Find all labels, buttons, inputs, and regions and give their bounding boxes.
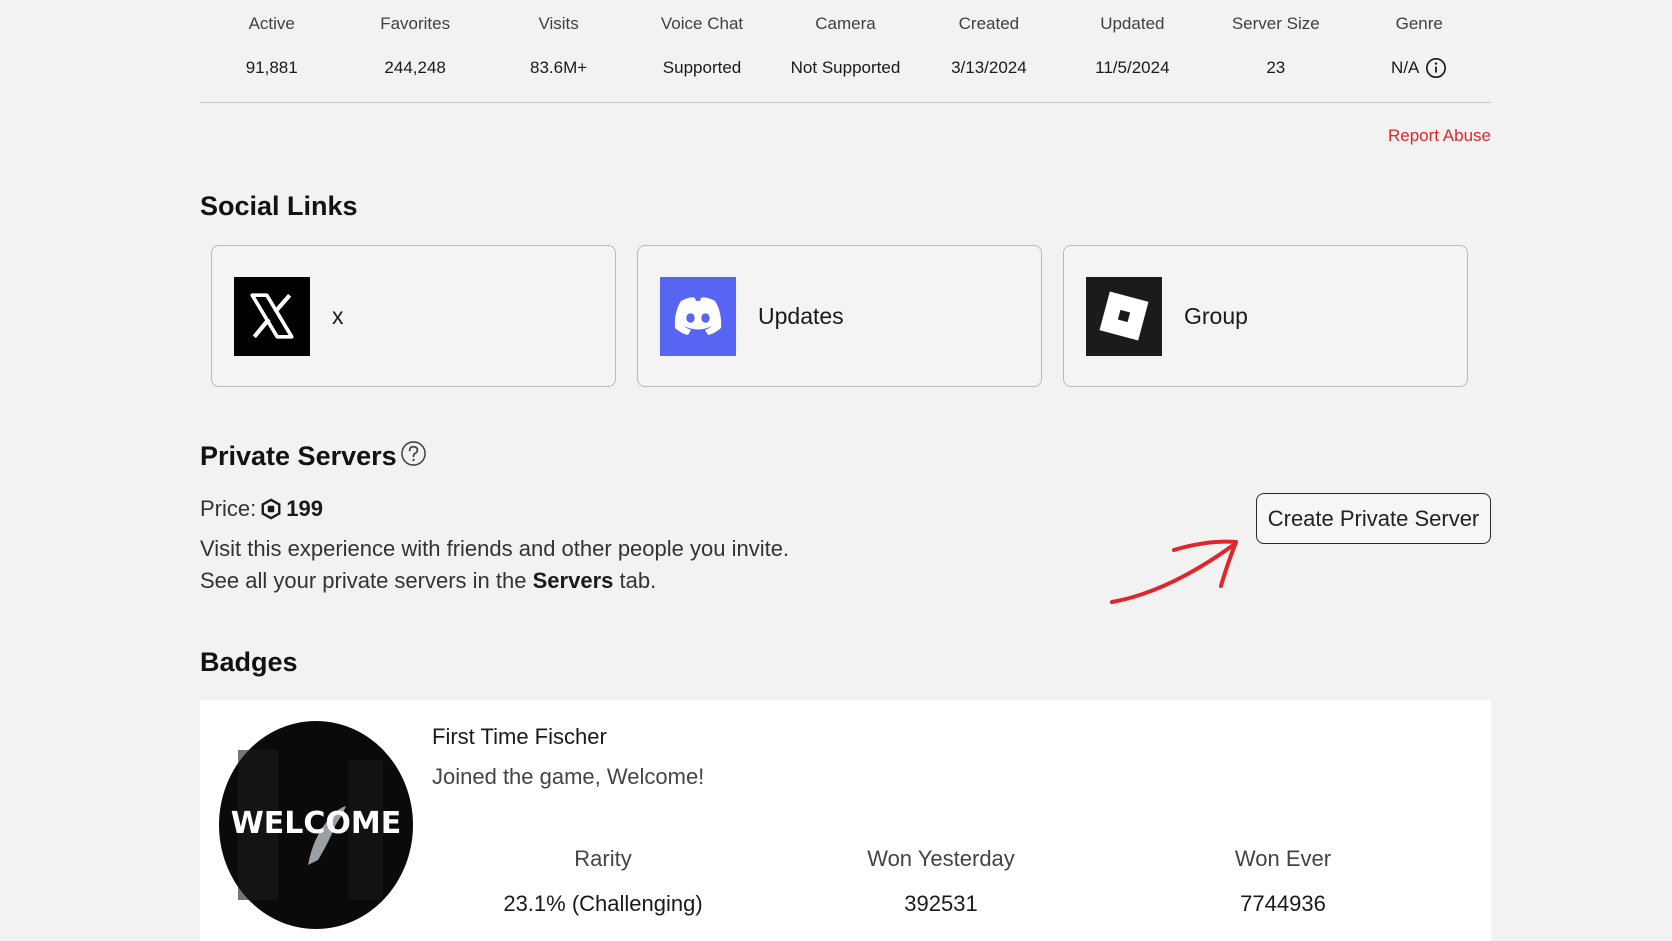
social-link-label: x	[332, 302, 344, 329]
badge-description: Joined the game, Welcome!	[432, 764, 705, 789]
question-circle-icon[interactable]	[400, 440, 427, 467]
private-servers-title: Private Servers	[200, 441, 397, 471]
stat-value: N/A	[1348, 57, 1491, 79]
stat-label: Active	[248, 14, 295, 33]
report-abuse-link[interactable]: Report Abuse	[1388, 126, 1491, 146]
stat-voice-chat: Voice Chat Supported	[630, 0, 773, 102]
create-private-server-button[interactable]: Create Private Server	[1256, 493, 1491, 544]
stat-value-text: 3/13/2024	[951, 58, 1027, 77]
stat-active: Active 91,881	[200, 0, 343, 102]
stat-value-text: Supported	[662, 58, 742, 77]
stat-value-text: N/A	[1391, 58, 1420, 77]
price-label: Price:	[200, 496, 257, 521]
stat-label: Voice Chat	[660, 14, 744, 33]
badge-image-text: WELCOME	[231, 806, 402, 841]
stat-label: Created	[958, 14, 1020, 33]
private-server-description: Visit this experience with friends and o…	[200, 536, 790, 561]
stat-updated: Updated 11/5/2024	[1061, 0, 1204, 102]
stat-value: 23	[1204, 57, 1347, 79]
x-logo-icon	[234, 276, 310, 356]
badge-name: First Time Fischer	[432, 724, 607, 749]
stat-genre: Genre N/A	[1348, 0, 1491, 102]
stat-value: 244,248	[343, 57, 486, 79]
stat-value: Not Supported	[774, 57, 917, 79]
social-link-x[interactable]: x	[211, 245, 616, 387]
stat-value-text: 23	[1266, 58, 1286, 77]
badge-stat-label: Rarity	[574, 846, 632, 871]
roblox-logo-icon	[1086, 276, 1162, 356]
badge-stat-rarity: Rarity 23.1% (Challenging)	[453, 846, 753, 917]
badge-image: WELCOME	[219, 721, 413, 929]
social-link-group[interactable]: Group	[1063, 245, 1468, 387]
info-icon[interactable]	[1425, 57, 1447, 79]
badge-stat-label: Won Yesterday	[867, 846, 1015, 871]
stat-label: Visits	[538, 14, 579, 33]
stat-label: Server Size	[1231, 14, 1320, 33]
tab-hint-suffix: tab.	[619, 568, 657, 593]
red-arrow-icon	[1110, 539, 1238, 604]
robux-icon	[261, 498, 281, 520]
stat-server-size: Server Size 23	[1204, 0, 1347, 102]
social-link-label: Group	[1184, 302, 1248, 329]
stat-value: 11/5/2024	[1061, 57, 1204, 79]
stat-value-text: 11/5/2024	[1095, 58, 1170, 77]
discord-logo-icon	[660, 276, 736, 356]
badge-item[interactable]: WELCOME First Time Fischer Joined the ga…	[200, 700, 1491, 941]
stat-value-text: 83.6M+	[530, 58, 588, 77]
stat-value-text: 244,248	[384, 58, 446, 77]
stat-label: Favorites	[380, 14, 451, 33]
private-server-price: Price: 199	[200, 496, 323, 522]
stat-camera: Camera Not Supported	[774, 0, 917, 102]
social-link-label: Updates	[758, 302, 844, 329]
tab-hint-prefix: See all your private servers in the	[200, 568, 527, 593]
badge-stat-won-ever: Won Ever 7744936	[1133, 846, 1433, 917]
stat-label: Updated	[1100, 14, 1165, 33]
stat-value-text: 91,881	[245, 58, 298, 77]
stat-label: Camera	[815, 14, 876, 33]
social-links-title: Social Links	[200, 191, 358, 221]
experience-details-page: Active 91,881 Favorites 244,248 Visits 8…	[0, 0, 1672, 941]
stat-visits: Visits 83.6M+	[487, 0, 630, 102]
stats-row: Active 91,881 Favorites 244,248 Visits 8…	[200, 0, 1491, 103]
social-link-discord[interactable]: Updates	[637, 245, 1042, 387]
private-server-tab-hint: See all your private servers in the Serv…	[200, 568, 656, 594]
badge-stat-label: Won Ever	[1234, 846, 1332, 871]
stat-value: Supported	[630, 57, 773, 79]
servers-tab-link[interactable]: Servers	[533, 568, 614, 593]
stat-label: Genre	[1395, 14, 1443, 33]
badge-stat-won-yesterday: Won Yesterday 392531	[791, 846, 1091, 917]
stat-value-text: Not Supported	[790, 58, 901, 77]
badges-title: Badges	[200, 647, 298, 677]
price-amount: 199	[286, 496, 323, 521]
badge-stat-value: 7744936	[1240, 891, 1326, 916]
stat-created: Created 3/13/2024	[917, 0, 1060, 102]
badge-stat-value: 23.1% (Challenging)	[503, 891, 703, 916]
stat-value: 91,881	[200, 57, 343, 79]
stat-favorites: Favorites 244,248	[343, 0, 486, 102]
stat-value: 3/13/2024	[917, 57, 1060, 79]
badge-stat-value: 392531	[904, 891, 978, 916]
stat-value: 83.6M+	[487, 57, 630, 79]
